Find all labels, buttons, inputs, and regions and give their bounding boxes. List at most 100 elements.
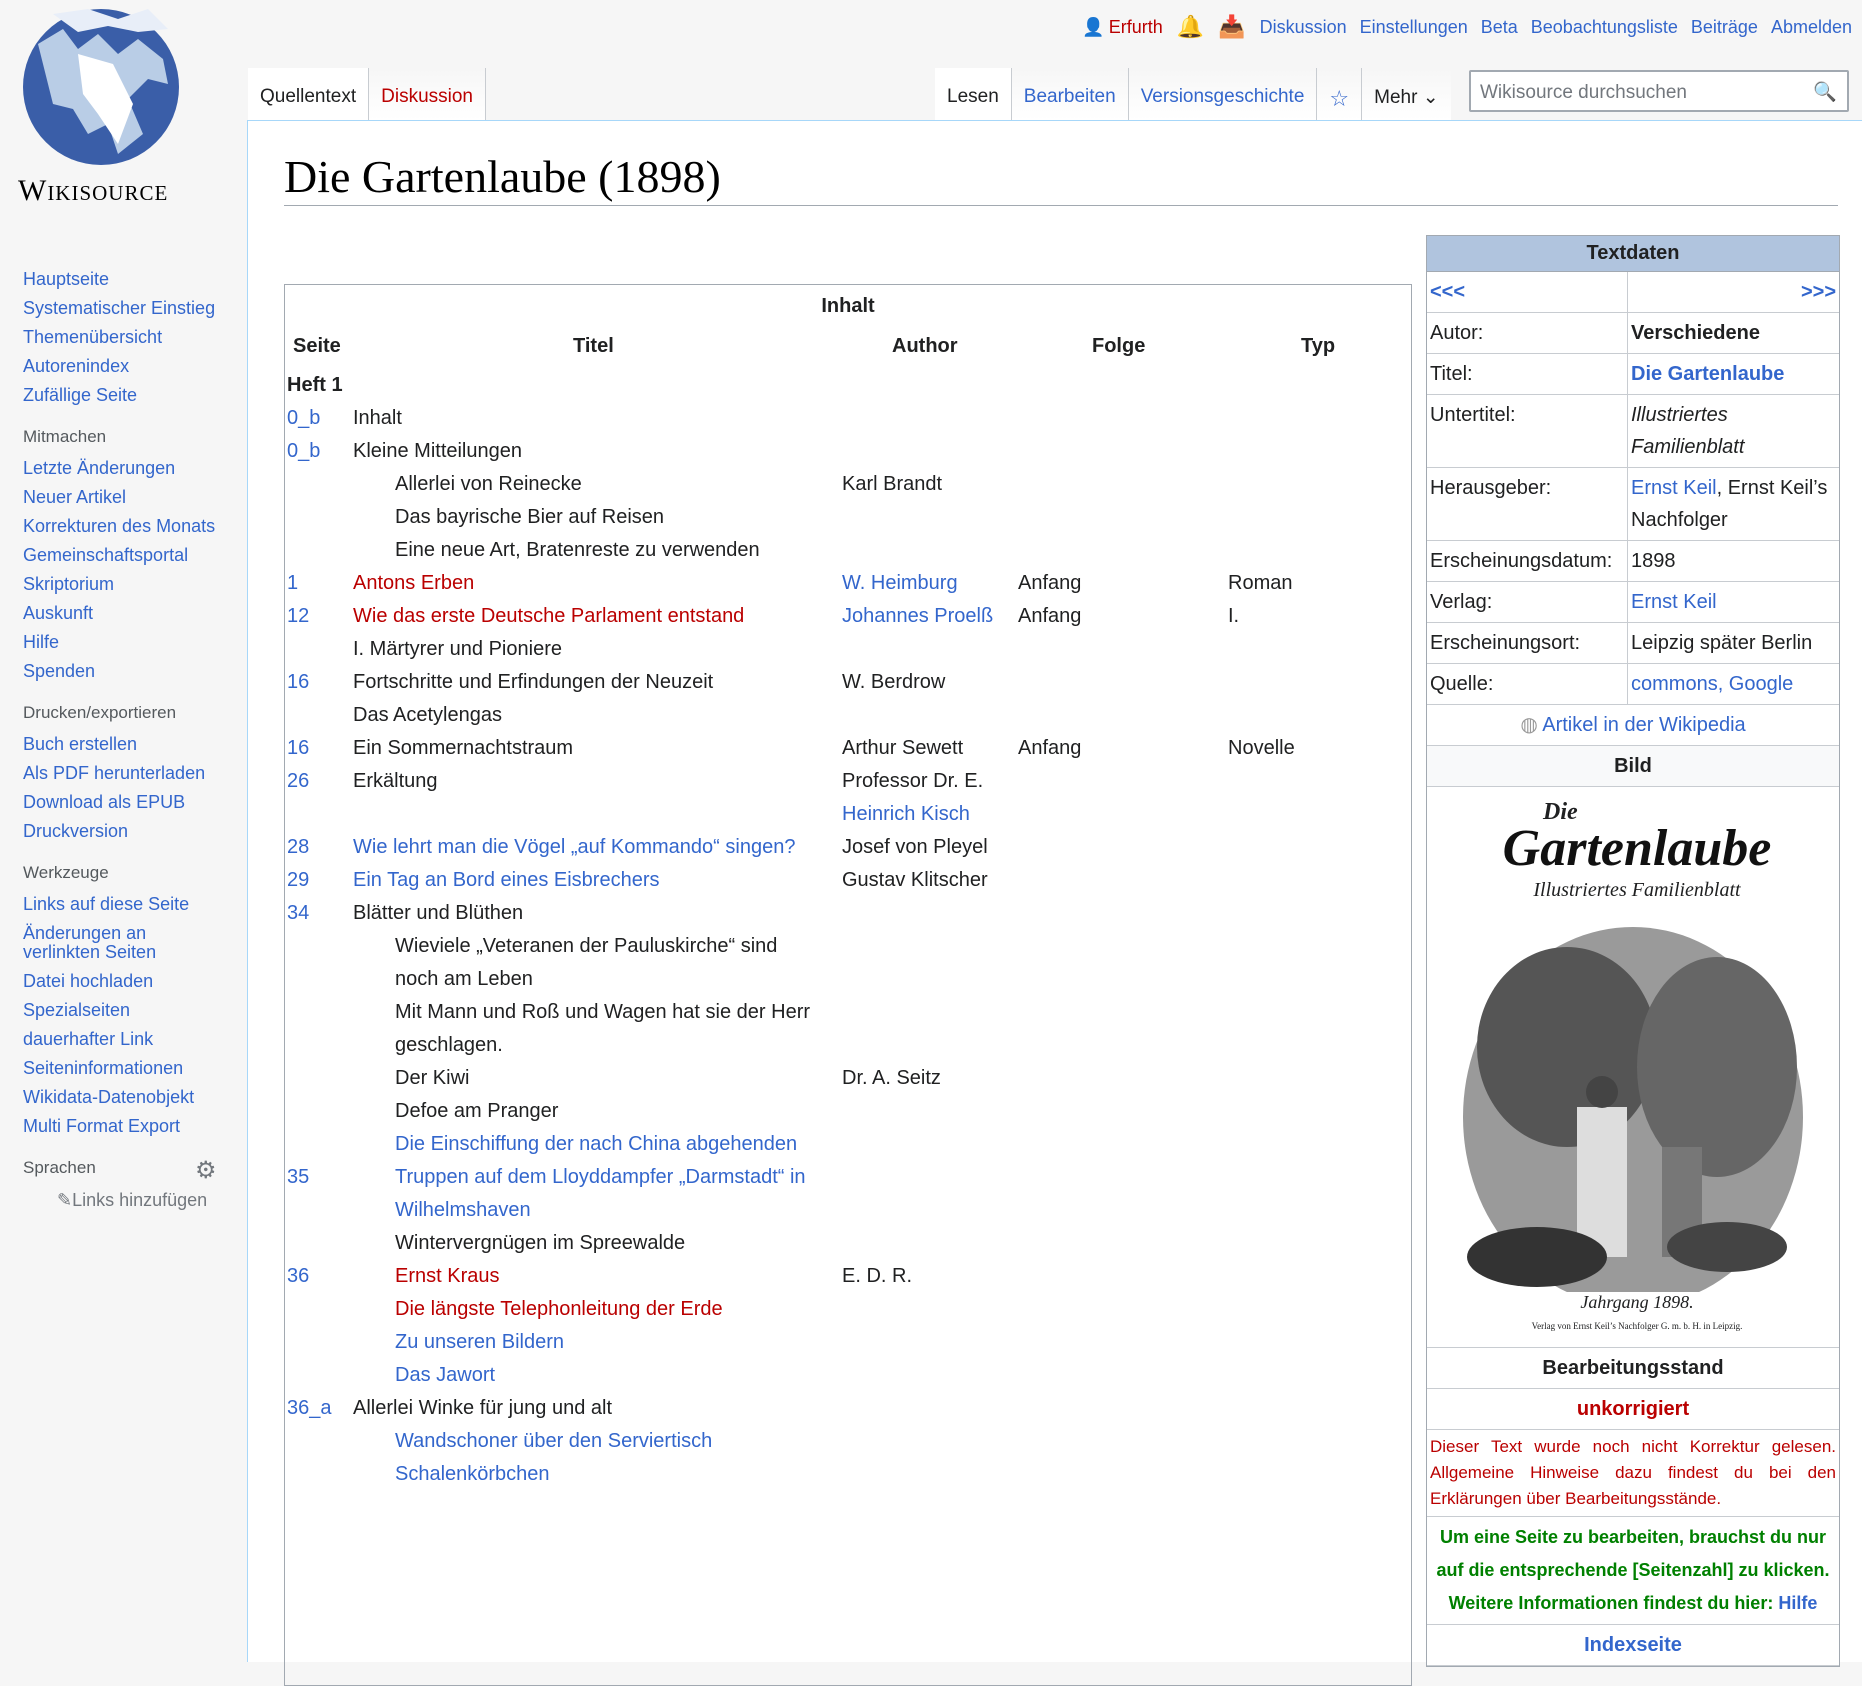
sidebar-drucken-item-3[interactable]: Druckversion bbox=[23, 822, 245, 841]
sidebar-mitmachen-item-1[interactable]: Neuer Artikel bbox=[23, 488, 245, 507]
sidebar-drucken-item-0[interactable]: Buch erstellen bbox=[23, 735, 245, 754]
page-number-link[interactable]: 12 bbox=[287, 600, 309, 633]
watch-star-icon[interactable]: ☆ bbox=[1317, 68, 1363, 120]
cover-image[interactable]: Die Gartenlaube Illustriertes Familienbl… bbox=[1427, 787, 1839, 1348]
sidebar-mitmachen-item-6[interactable]: Hilfe bbox=[23, 633, 245, 652]
help-link[interactable]: Hilfe bbox=[1778, 1593, 1817, 1613]
tab-diskussion[interactable]: Diskussion bbox=[369, 68, 486, 120]
row-title[interactable]: Die Einschiffung der nach China abgehend… bbox=[395, 1128, 835, 1161]
row-title: Wieviele „Veteranen der Pauluskirche“ si… bbox=[395, 935, 778, 957]
personal-link-4[interactable]: Beiträge bbox=[1691, 17, 1758, 38]
row-title[interactable]: Das Jawort bbox=[395, 1359, 835, 1392]
sidebar-werkzeuge-item-2[interactable]: Datei hochladen bbox=[23, 972, 245, 991]
row-folge: Anfang bbox=[1018, 605, 1082, 627]
add-links-label: Links hinzufügen bbox=[72, 1190, 208, 1210]
row-author[interactable]: W. Heimburg bbox=[842, 567, 1002, 600]
sidebar-nav-item-3[interactable]: Autorenindex bbox=[23, 357, 245, 376]
sidebar-mitmachen-item-7[interactable]: Spenden bbox=[23, 662, 245, 681]
sidebar-werkzeuge-item-0[interactable]: Links auf diese Seite bbox=[23, 895, 245, 914]
tab-quellentext[interactable]: Quellentext bbox=[248, 68, 370, 120]
page-number-link[interactable]: 34 bbox=[287, 897, 309, 930]
row-title[interactable]: Ein Tag an Bord eines Eisbrechers bbox=[353, 864, 833, 897]
personal-link-1[interactable]: Einstellungen bbox=[1360, 17, 1468, 38]
search-input[interactable]: Wikisource durchsuchen 🔍 bbox=[1469, 70, 1849, 112]
sidebar-werkzeuge-item-3[interactable]: Spezialseiten bbox=[23, 1001, 245, 1020]
sidebar-mitmachen-item-5[interactable]: Auskunft bbox=[23, 604, 245, 623]
page-number-link[interactable]: 36_a bbox=[287, 1392, 332, 1425]
page-number-link[interactable]: 16 bbox=[287, 666, 309, 699]
page-number-link[interactable]: 1 bbox=[287, 567, 298, 600]
sidebar-werkzeuge-item-5[interactable]: Seiteninformationen bbox=[23, 1059, 245, 1078]
sidebar-nav-item-4[interactable]: Zufällige Seite bbox=[23, 386, 245, 405]
infobox-value[interactable]: Ernst Keil bbox=[1631, 477, 1717, 499]
infobox-row: Verlag: Ernst Keil bbox=[1427, 582, 1839, 623]
sidebar-werkzeuge-item-6[interactable]: Wikidata-Datenobjekt bbox=[23, 1088, 245, 1107]
header-seite: Seite bbox=[293, 335, 341, 357]
page-number-link[interactable]: 28 bbox=[287, 831, 309, 864]
sidebar-werkzeuge-item-7[interactable]: Multi Format Export bbox=[23, 1117, 245, 1136]
page-number-link[interactable]: 0_b bbox=[287, 435, 320, 468]
prev-link[interactable]: <<< bbox=[1427, 272, 1628, 312]
sidebar-drucken-item-1[interactable]: Als PDF herunterladen bbox=[23, 764, 245, 783]
more-menu[interactable]: Mehr ⌄ bbox=[1362, 68, 1451, 120]
row-author-link[interactable]: Heinrich Kisch bbox=[842, 798, 1002, 831]
more-menu-label: Mehr bbox=[1374, 87, 1418, 108]
infobox-value[interactable]: commons, Google bbox=[1631, 673, 1793, 695]
sidebar-werkzeuge-item-1[interactable]: Änderungen an verlinkten Seiten bbox=[23, 924, 173, 962]
row-title[interactable]: I. Märtyrer und Pioniere bbox=[353, 633, 833, 666]
row-author: Professor Dr. E. bbox=[842, 770, 984, 792]
page-number-link[interactable]: 26 bbox=[287, 765, 309, 798]
page-number-link[interactable]: 35 bbox=[287, 1161, 309, 1194]
wikisource-logo[interactable]: Wikisource bbox=[18, 4, 208, 244]
row-title[interactable]: Wilhelmshaven bbox=[395, 1194, 835, 1227]
personal-link-2[interactable]: Beta bbox=[1481, 17, 1518, 38]
personal-link-0[interactable]: Diskussion bbox=[1260, 17, 1347, 38]
add-links-link[interactable]: ✎Links hinzufügen bbox=[57, 1190, 245, 1211]
page-number-link[interactable]: 16 bbox=[287, 732, 309, 765]
infobox-value[interactable]: Die Gartenlaube bbox=[1631, 363, 1784, 385]
page-number-link[interactable]: 0_b bbox=[287, 402, 320, 435]
row-title[interactable]: Antons Erben bbox=[353, 567, 833, 600]
personal-link-3[interactable]: Beobachtungsliste bbox=[1531, 17, 1678, 38]
sidebar-mitmachen-item-0[interactable]: Letzte Änderungen bbox=[23, 459, 245, 478]
sidebar-mitmachen-item-3[interactable]: Gemeinschaftsportal bbox=[23, 546, 245, 565]
search-placeholder: Wikisource durchsuchen bbox=[1480, 82, 1687, 103]
sidebar-drucken-item-2[interactable]: Download als EPUB bbox=[23, 793, 245, 812]
gear-icon[interactable]: ⚙ bbox=[195, 1156, 217, 1185]
sidebar-mitmachen-item-4[interactable]: Skriptorium bbox=[23, 575, 245, 594]
sidebar-nav-item-1[interactable]: Systematischer Einstieg bbox=[23, 299, 245, 318]
sidebar-mitmachen-item-2[interactable]: Korrekturen des Monats bbox=[23, 517, 245, 536]
row-title[interactable]: Die längste Telephonleitung der Erde bbox=[395, 1293, 835, 1326]
cover-subtitle: Illustriertes Familienblatt bbox=[1533, 879, 1741, 901]
inbox-icon[interactable]: 📥 bbox=[1218, 14, 1245, 40]
infobox-title: Textdaten bbox=[1427, 236, 1839, 272]
sidebar-nav-item-2[interactable]: Themenübersicht bbox=[23, 328, 245, 347]
personal-link-5[interactable]: Abmelden bbox=[1771, 17, 1852, 38]
wikipedia-link[interactable]: ◍ Artikel in der Wikipedia bbox=[1427, 705, 1839, 746]
row-title[interactable]: Schalenkörbchen bbox=[395, 1458, 835, 1491]
tab-bearbeiten[interactable]: Bearbeiten bbox=[1011, 68, 1129, 120]
indexseite-link[interactable]: Indexseite bbox=[1427, 1625, 1839, 1666]
sidebar-nav-item-0[interactable]: Hauptseite bbox=[23, 270, 245, 289]
infobox-value-cell: Ernst Keil bbox=[1628, 582, 1839, 622]
page-number-link[interactable]: 36 bbox=[287, 1260, 309, 1293]
row-author: Gustav Klitscher bbox=[842, 869, 988, 891]
infobox-row: Untertitel: Illustriertes Familienblatt bbox=[1427, 395, 1839, 468]
row-author[interactable]: Johannes Proelß bbox=[842, 600, 1002, 633]
bell-icon[interactable]: 🔔 bbox=[1177, 14, 1204, 40]
row-title[interactable]: Wie das erste Deutsche Parlament entstan… bbox=[353, 600, 833, 633]
next-link[interactable]: >>> bbox=[1628, 272, 1839, 312]
sidebar-werkzeuge-item-4[interactable]: dauerhafter Link bbox=[23, 1030, 245, 1049]
page-number-link[interactable]: 29 bbox=[287, 864, 309, 897]
infobox-row: Erscheinungsdatum: 1898 bbox=[1427, 541, 1839, 582]
row-title[interactable]: Zu unseren Bildern bbox=[395, 1326, 835, 1359]
row-title[interactable]: Truppen auf dem Lloyddampfer „Darmstadt“… bbox=[395, 1161, 835, 1194]
search-icon[interactable]: 🔍 bbox=[1813, 80, 1837, 104]
row-title[interactable]: Wandschoner über den Serviertisch bbox=[395, 1425, 835, 1458]
tab-versionsgeschichte[interactable]: Versionsgeschichte bbox=[1128, 68, 1318, 120]
user-link[interactable]: 👤 Erfurth bbox=[1082, 17, 1162, 38]
row-title[interactable]: Ernst Kraus bbox=[395, 1260, 835, 1293]
infobox-value[interactable]: Ernst Keil bbox=[1631, 591, 1717, 613]
tab-lesen[interactable]: Lesen bbox=[935, 68, 1012, 120]
row-title[interactable]: Wie lehrt man die Vögel „auf Kommando“ s… bbox=[353, 831, 833, 864]
